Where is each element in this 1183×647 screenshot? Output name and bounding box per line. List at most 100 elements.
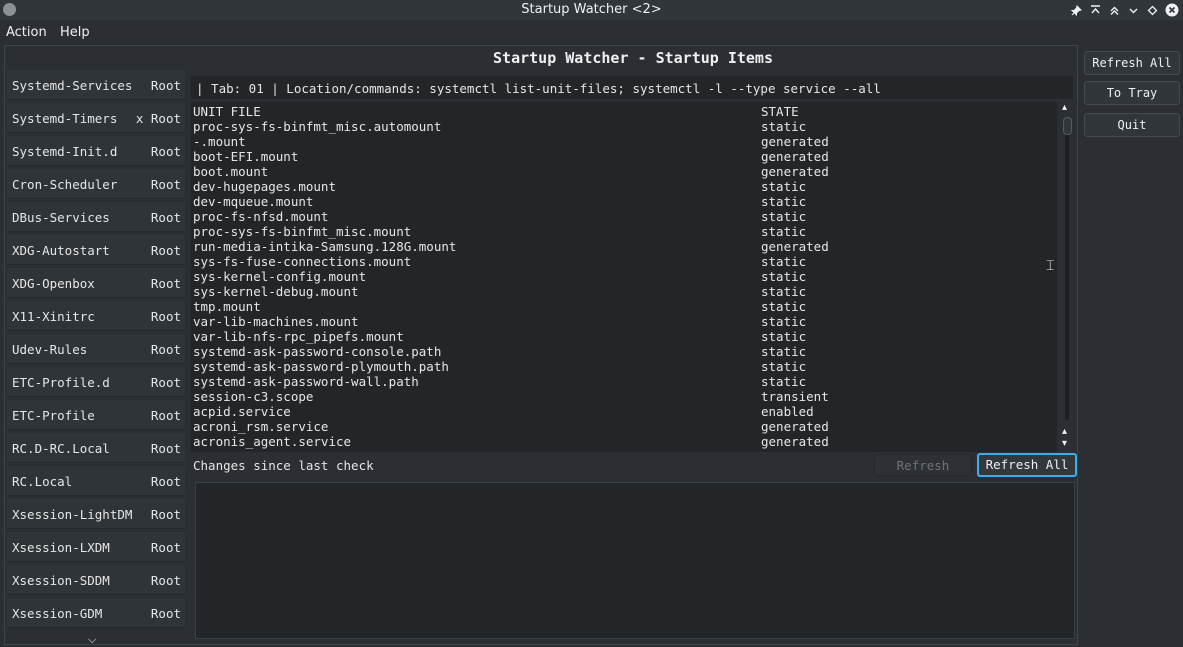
unit-list[interactable]: UNIT FILE STATE proc-sys-fs-binfmt_misc.… [191, 102, 1057, 452]
unit-file: sys-kernel-debug.mount [193, 284, 359, 299]
unit-file: tmp.mount [193, 299, 261, 314]
menu-action[interactable]: Action [6, 25, 47, 40]
refresh-all-button[interactable]: Refresh All [977, 453, 1077, 477]
list-item[interactable]: -.mount generated [193, 134, 1053, 149]
unit-file: var-lib-nfs-rpc_pipefs.mount [193, 329, 404, 344]
list-item[interactable]: acpid.service enabled [193, 404, 1053, 419]
unit-file: acroni_rsm.service [193, 419, 329, 434]
quit-button[interactable]: Quit [1084, 113, 1180, 137]
keep-above-icon[interactable] [1086, 2, 1105, 18]
sidebar-item-scope: Root [150, 309, 181, 324]
sidebar-item[interactable]: DBus-Services Root [7, 202, 185, 232]
list-item[interactable]: systemd-ask-password-plymouth.path static [193, 359, 1053, 374]
scroll-up-small-icon[interactable]: ▴ [1062, 426, 1067, 437]
sidebar-scroll-down-icon[interactable]: ⌵ [88, 633, 96, 647]
unit-file: run-media-intika-Samsung.128G.mount [193, 239, 457, 254]
list-item[interactable]: acroni_rsm.service generated [193, 419, 1053, 434]
list-item[interactable]: sys-fs-fuse-connections.mount static [193, 254, 1053, 269]
sidebar-item[interactable]: Xsession-GDM Root [7, 598, 185, 628]
menu-help[interactable]: Help [60, 25, 90, 40]
list-item[interactable]: tmp.mount static [193, 299, 1053, 314]
unit-file: proc-sys-fs-binfmt_misc.mount [193, 224, 412, 239]
list-item[interactable]: proc-sys-fs-binfmt_misc.automount static [193, 119, 1053, 134]
list-item[interactable]: sys-kernel-debug.mount static [193, 284, 1053, 299]
sidebar-item[interactable]: Xsession-LXDM Root [7, 532, 185, 562]
sidebar-item-label: ETC-Profile.d [12, 375, 110, 390]
sidebar-item-label: Xsession-GDM [12, 606, 103, 621]
list-item[interactable]: var-lib-nfs-rpc_pipefs.mount static [193, 329, 1053, 344]
sidebar-item[interactable]: Systemd-Services Root [7, 70, 185, 100]
list-item[interactable]: systemd-ask-password-console.path static [193, 344, 1053, 359]
sidebar-item[interactable]: RC.Local Root [7, 466, 185, 496]
close-icon[interactable] [1162, 2, 1181, 18]
unit-file: proc-sys-fs-binfmt_misc.automount [193, 119, 442, 134]
unit-file-header: UNIT FILE [193, 104, 261, 119]
shade-icon[interactable] [1105, 2, 1124, 18]
sidebar-item-label: Xsession-SDDM [12, 573, 110, 588]
list-item[interactable]: acronis_agent.service generated [193, 434, 1053, 449]
list-item[interactable]: sys-kernel-config.mount static [193, 269, 1053, 284]
unit-state: static [761, 209, 807, 224]
to-tray-button[interactable]: To Tray [1084, 81, 1180, 105]
sidebar-item[interactable]: XDG-Openbox Root [7, 268, 185, 298]
list-item[interactable]: dev-mqueue.mount static [193, 194, 1053, 209]
unit-state: static [761, 374, 807, 389]
sidebar-item-label: Cron-Scheduler [12, 177, 118, 192]
sidebar-item[interactable]: Xsession-SDDM Root [7, 565, 185, 595]
list-item[interactable]: boot.mount generated [193, 164, 1053, 179]
sidebar-item[interactable]: Xsession-LightDM Root [7, 499, 185, 529]
unit-file: systemd-ask-password-plymouth.path [193, 359, 449, 374]
unit-file: systemd-ask-password-wall.path [193, 374, 419, 389]
scroll-track[interactable] [1065, 120, 1069, 420]
window-title: Startup Watcher <2> [521, 2, 662, 17]
unit-file: acpid.service [193, 404, 291, 419]
changes-output[interactable] [195, 482, 1075, 639]
sidebar-item-label: Systemd-Init.d [12, 144, 118, 159]
sidebar-item[interactable]: X11-Xinitrc Root [7, 301, 185, 331]
sidebar-item[interactable]: Cron-Scheduler Root [7, 169, 185, 199]
page-title: Startup Watcher - Startup Items [493, 49, 773, 67]
unit-file: var-lib-machines.mount [193, 314, 359, 329]
list-item[interactable]: systemd-ask-password-wall.path static [193, 374, 1053, 389]
list-item[interactable]: session-c3.scope transient [193, 389, 1053, 404]
list-item[interactable]: boot-EFI.mount generated [193, 149, 1053, 164]
unit-state: static [761, 179, 807, 194]
sidebar-item-label: Xsession-LightDM [12, 507, 133, 522]
sidebar-item[interactable]: ETC-Profile Root [7, 400, 185, 430]
list-item[interactable]: run-media-intika-Samsung.128G.mount gener… [193, 239, 1053, 254]
sidebar-item-scope: Root [150, 408, 181, 423]
refresh-button[interactable]: Refresh [874, 454, 972, 476]
sidebar-item[interactable]: XDG-Autostart Root [7, 235, 185, 265]
sidebar-item[interactable]: Systemd-Init.d Root [7, 136, 185, 166]
list-item[interactable]: proc-fs-nfsd.mount static [193, 209, 1053, 224]
title-bar: Startup Watcher <2> [0, 0, 1183, 20]
maximize-icon[interactable] [1143, 2, 1162, 18]
sidebar-item-label: XDG-Autostart [12, 243, 110, 258]
minimize-icon[interactable] [1124, 2, 1143, 18]
state-header: STATE [761, 104, 799, 119]
sidebar-item-label: RC.D-RC.Local [12, 441, 110, 456]
sidebar-item[interactable]: ETC-Profile.d Root [7, 367, 185, 397]
unit-state: static [761, 119, 807, 134]
list-item[interactable]: proc-sys-fs-binfmt_misc.mount static [193, 224, 1053, 239]
sidebar-item-scope: Root [150, 573, 181, 588]
menu-bar: Action Help [0, 22, 1183, 44]
scroll-thumb[interactable] [1063, 117, 1072, 135]
sidebar-item-scope: Root [150, 177, 181, 192]
refresh-all-side-button[interactable]: Refresh All [1084, 51, 1180, 75]
sidebar-item[interactable]: Udev-Rules Root [7, 334, 185, 364]
sidebar-item[interactable]: Systemd-Timers x Root [7, 103, 185, 133]
list-item[interactable]: dev-hugepages.mount static [193, 179, 1053, 194]
content-area: | Tab: 01 | Location/commands: systemctl… [191, 73, 1077, 643]
scroll-down-icon[interactable]: ▾ [1062, 438, 1067, 449]
sidebar-item-label: DBus-Services [12, 210, 110, 225]
pin-icon[interactable] [1067, 2, 1086, 18]
sidebar: Systemd-Services Root Systemd-Timers x Root… [7, 70, 185, 643]
unit-list-scrollbar[interactable]: ▴ ▴ ▾ [1060, 102, 1074, 452]
sidebar-item[interactable]: RC.D-RC.Local Root [7, 433, 185, 463]
unit-file: session-c3.scope [193, 389, 314, 404]
unit-state: generated [761, 164, 829, 179]
scroll-up-icon[interactable]: ▴ [1062, 102, 1067, 113]
unit-file: proc-fs-nfsd.mount [193, 209, 329, 224]
list-item[interactable]: var-lib-machines.mount static [193, 314, 1053, 329]
